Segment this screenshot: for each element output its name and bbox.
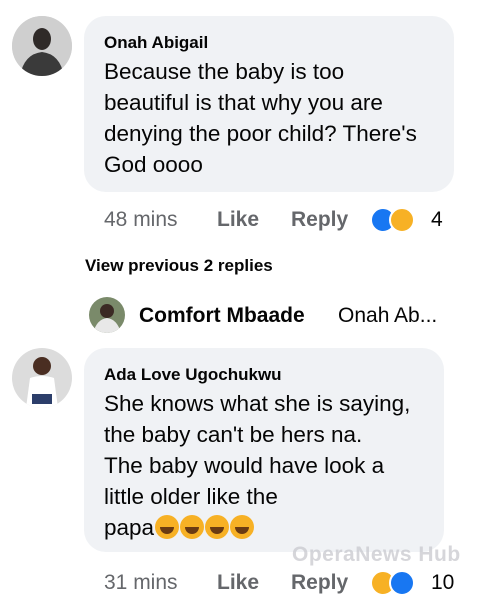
- laughing-emoji-icon: [180, 515, 205, 539]
- comment-time: 48 mins: [104, 208, 178, 231]
- reply-button[interactable]: Reply: [291, 571, 348, 595]
- avatar[interactable]: [12, 16, 72, 76]
- comment-text-line: She knows what she is saying,: [104, 391, 411, 416]
- comment-time: 31 mins: [104, 571, 178, 594]
- view-previous-replies-link[interactable]: View previous 2 replies: [85, 256, 273, 276]
- haha-reaction-icon[interactable]: [389, 207, 415, 233]
- comment-text-line: God oooo: [104, 152, 203, 177]
- laughing-emoji-icon: [205, 515, 230, 539]
- reply-preview-author[interactable]: Comfort Mbaade: [139, 304, 305, 328]
- reply-preview-snippet[interactable]: Onah Ab...: [338, 304, 437, 328]
- avatar[interactable]: [12, 348, 72, 408]
- comment-text-line: Because the baby is too: [104, 59, 345, 84]
- comment-author[interactable]: Ada Love Ugochukwu: [104, 365, 282, 385]
- comment-author[interactable]: Onah Abigail: [104, 33, 208, 53]
- reply-button[interactable]: Reply: [291, 208, 348, 232]
- avatar[interactable]: [89, 297, 125, 333]
- laughing-emoji-icon: [230, 515, 255, 539]
- comment-text-line: little older like the: [104, 484, 278, 509]
- like-button[interactable]: Like: [217, 571, 259, 595]
- comment-text: She knows what she is saying, the baby c…: [104, 388, 410, 543]
- comment-text-line-last: papa: [104, 512, 410, 543]
- comment-text-line: the baby can't be hers na.: [104, 422, 363, 447]
- like-button[interactable]: Like: [217, 208, 259, 232]
- comment-text-line: papa: [104, 515, 155, 540]
- comment-text: Because the baby is too beautiful is tha…: [104, 56, 417, 180]
- comment-text-line: beautiful is that why you are: [104, 90, 383, 115]
- watermark: OperaNews Hub: [292, 543, 461, 566]
- reaction-count[interactable]: 4: [431, 208, 443, 232]
- reaction-count[interactable]: 10: [431, 571, 454, 595]
- comment-text-line: denying the poor child? There's: [104, 121, 417, 146]
- like-reaction-icon[interactable]: [389, 570, 415, 596]
- comment-text-line: The baby would have look a: [104, 453, 385, 478]
- laughing-emoji-icon: [155, 515, 180, 539]
